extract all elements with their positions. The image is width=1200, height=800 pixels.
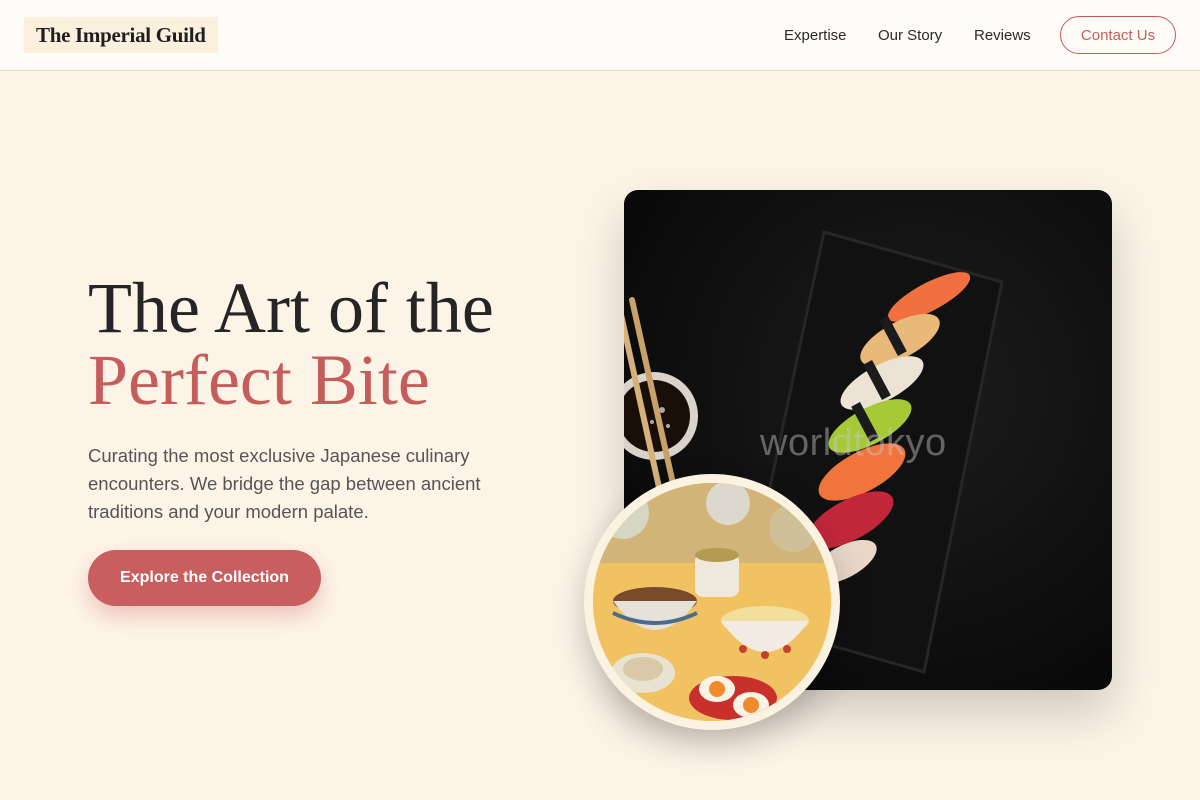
brand-logo[interactable]: The Imperial Guild bbox=[24, 17, 218, 53]
contact-button[interactable]: Contact Us bbox=[1060, 16, 1176, 54]
nav-link-our-story[interactable]: Our Story bbox=[878, 0, 942, 70]
nav-link-reviews[interactable]: Reviews bbox=[974, 0, 1031, 70]
explore-collection-button[interactable]: Explore the Collection bbox=[88, 550, 321, 606]
meal-photo-illustration bbox=[593, 483, 831, 721]
site-header: The Imperial Guild Expertise Our Story R… bbox=[0, 0, 1200, 71]
hero-subtitle: Curating the most exclusive Japanese cul… bbox=[88, 445, 481, 522]
hero-title: The Art of the Perfect Bite bbox=[88, 272, 588, 416]
meal-photo bbox=[584, 474, 840, 730]
nav-link-expertise[interactable]: Expertise bbox=[784, 0, 847, 70]
photo-watermark: worldtokyo bbox=[760, 422, 947, 464]
hero-title-line1: The Art of the bbox=[88, 268, 494, 348]
hero-title-line2: Perfect Bite bbox=[88, 340, 430, 420]
